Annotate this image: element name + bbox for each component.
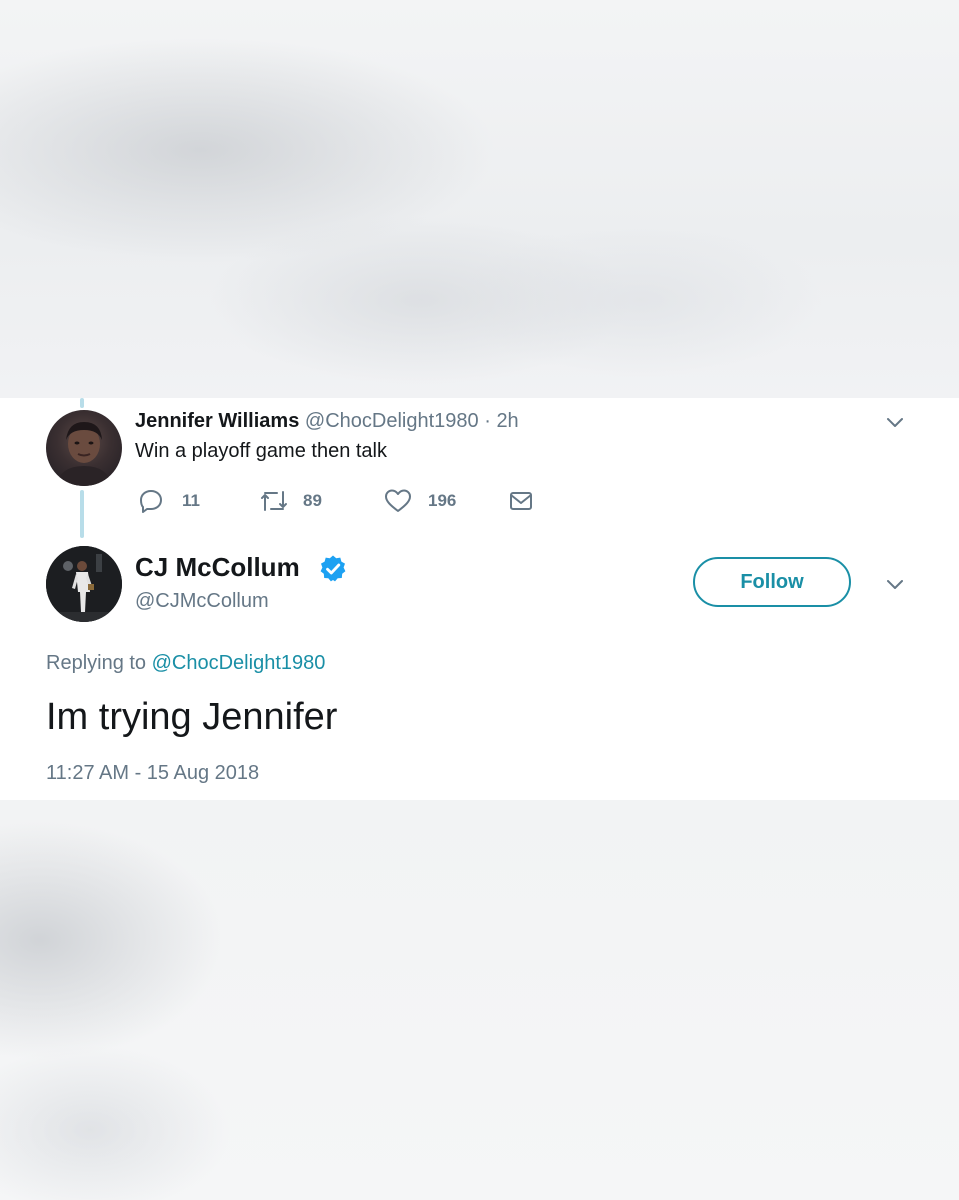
blurred-background-bottom [0,800,959,1200]
retweet-action[interactable]: 89 [259,488,322,514]
like-count: 196 [428,491,457,510]
main-author-handle[interactable]: @CJMcCollum [135,590,269,613]
avatar-cj-mccollum[interactable] [46,546,122,622]
chevron-down-icon[interactable] [886,579,904,591]
reply-count: 11 [182,491,200,510]
reply-icon [140,490,162,513]
reply-tweet-text: Win a playoff game then talk [135,440,387,462]
main-tweet-timestamp[interactable]: 11:27 AM - 15 Aug 2018 [46,762,259,785]
verified-badge-icon [320,555,346,582]
main-tweet-text: Im trying Jennifer [46,696,338,738]
reply-tweet-header: Jennifer Williams @ChocDelight1980 · 2h [135,410,519,433]
envelope-icon [510,492,532,510]
thread-line-connector [80,490,84,538]
retweet-icon [261,491,287,511]
like-action[interactable]: 196 [384,488,456,514]
replying-to-line: Replying to @ChocDelight1980 [46,652,325,675]
replying-to-prefix: Replying to [46,652,147,674]
follow-button[interactable]: Follow [693,557,851,607]
replying-to-mention[interactable]: @ChocDelight1980 [152,652,326,674]
main-author-name[interactable]: CJ McCollum [135,552,300,583]
direct-message-action[interactable] [509,488,533,514]
chevron-down-icon[interactable] [886,417,904,429]
thread-line-top [80,398,84,408]
avatar-jennifer-williams[interactable] [46,410,122,486]
heart-icon [385,489,411,512]
reply-author-name[interactable]: Jennifer Williams [135,410,299,432]
blurred-background-top [0,0,959,398]
reply-time-ago[interactable]: 2h [496,410,518,432]
retweet-count: 89 [303,491,322,510]
reply-author-handle[interactable]: @ChocDelight1980 [305,410,479,432]
reply-action[interactable]: 11 [138,488,200,514]
header-separator: · [484,410,491,432]
